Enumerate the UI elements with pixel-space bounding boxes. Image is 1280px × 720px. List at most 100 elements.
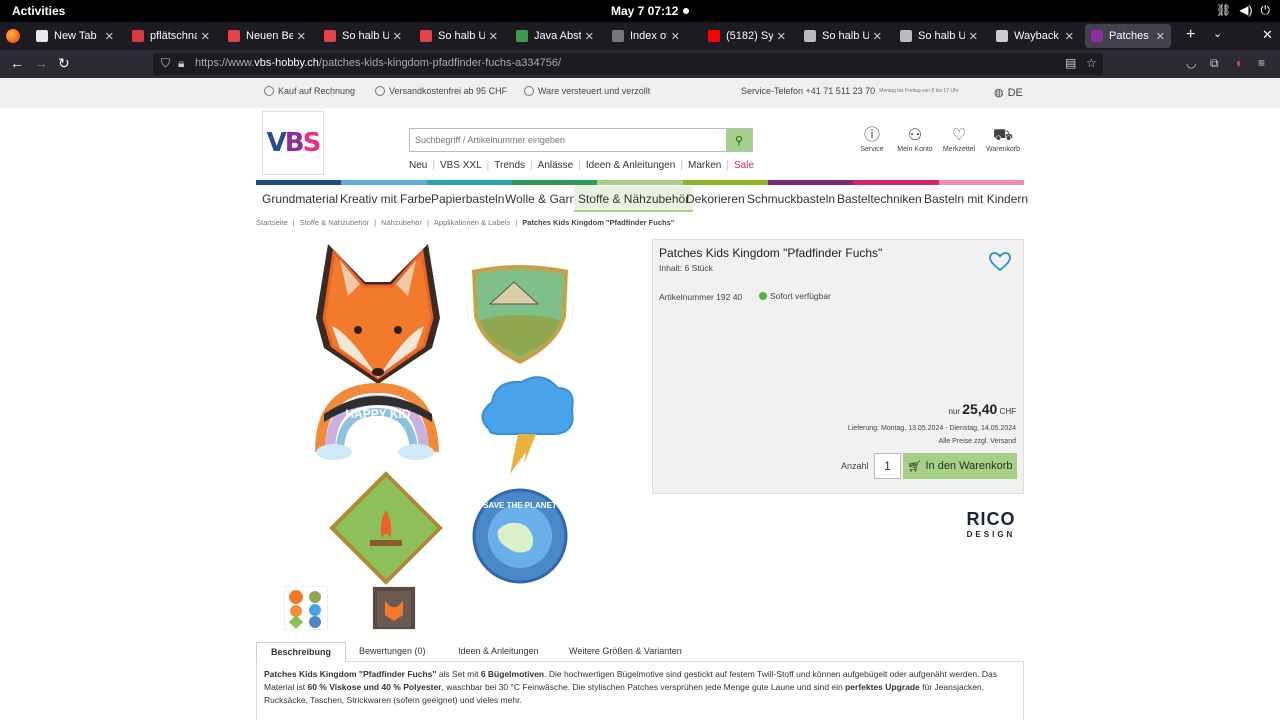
wishlist-heart-icon[interactable] bbox=[989, 252, 1011, 272]
browser-tab[interactable]: So halb Unre ✕ bbox=[414, 24, 504, 48]
category-link[interactable]: Papierbasteln bbox=[431, 192, 504, 206]
back-button[interactable]: ← bbox=[10, 55, 24, 71]
product-main-image[interactable]: HAPPY KID SAVE THE PLANET bbox=[290, 238, 620, 588]
tab-favicon-icon bbox=[996, 30, 1008, 42]
product-tab[interactable]: Ideen & Anleitungen bbox=[458, 646, 539, 656]
product-tab[interactable]: Weitere Größen & Varianten bbox=[569, 646, 682, 656]
category-link[interactable]: Wolle & Garn bbox=[505, 192, 576, 206]
activities-button[interactable]: Activities bbox=[12, 4, 65, 18]
subnav-link[interactable]: Anlässe bbox=[538, 160, 574, 171]
url-text[interactable]: https://www.vbs-hobby.ch/patches-kids-ki… bbox=[195, 57, 561, 69]
system-tray[interactable]: ⛓ ◀) ⏻ bbox=[1216, 3, 1270, 18]
tab-close-icon[interactable]: ✕ bbox=[201, 30, 210, 43]
service-phone[interactable]: Service-Telefon +41 71 511 23 70 Montag b… bbox=[741, 86, 958, 96]
reader-view-icon[interactable]: ▤ bbox=[1065, 56, 1076, 70]
tab-close-icon[interactable]: ✕ bbox=[671, 30, 680, 43]
product-tab[interactable]: Beschreibung bbox=[256, 642, 347, 662]
bookmark-star-icon[interactable]: ☆ bbox=[1086, 56, 1097, 70]
new-tab-button[interactable]: + bbox=[1186, 26, 1195, 44]
pocket-icon[interactable]: ◡ bbox=[1186, 56, 1196, 70]
category-link[interactable]: Basteln mit Kindern bbox=[924, 192, 1028, 206]
tab-close-icon[interactable]: ✕ bbox=[777, 30, 786, 43]
svg-text:SAVE THE PLANET: SAVE THE PLANET bbox=[483, 501, 557, 510]
color-segment bbox=[938, 180, 1024, 185]
subnav-link[interactable]: Sale bbox=[734, 160, 754, 171]
browser-tab[interactable]: So halb Unredac ✕ bbox=[798, 24, 888, 48]
search-button[interactable]: ⚲ bbox=[726, 129, 752, 151]
tab-title: So halb Unre bbox=[342, 30, 389, 42]
breadcrumb-item[interactable]: Applikationen & Labels bbox=[434, 218, 510, 227]
quantity-input[interactable]: 1 bbox=[874, 453, 901, 479]
availability: Sofort verfügbar bbox=[759, 291, 831, 301]
category-link[interactable]: Basteltechniken bbox=[837, 192, 922, 206]
tab-close-icon[interactable]: ✕ bbox=[585, 30, 594, 43]
header-service-button[interactable]: ⓘ Service bbox=[852, 126, 892, 153]
article-number: Artikelnummer 192 40 bbox=[659, 292, 743, 302]
tab-title: Neuen Beitra bbox=[246, 30, 293, 42]
breadcrumb-item[interactable]: Stoffe & Nähzubehör bbox=[300, 218, 370, 227]
tab-close-icon[interactable]: ✕ bbox=[297, 30, 306, 43]
category-color-bar bbox=[256, 180, 1024, 185]
forward-button[interactable]: → bbox=[34, 55, 48, 71]
header-mein-konto-button[interactable]: ⚇ Mein Konto bbox=[895, 126, 935, 153]
category-link[interactable]: Stoffe & Nähzubehör bbox=[574, 186, 694, 212]
browser-tab[interactable]: (5182) Synthe ✕ bbox=[702, 24, 792, 48]
shield-icon[interactable]: ⛉ bbox=[161, 56, 170, 71]
window-close-button[interactable]: ✕ bbox=[1262, 27, 1273, 43]
rico-design-logo[interactable]: RICO DESIGN bbox=[961, 509, 1021, 539]
breadcrumb-item[interactable]: Startseite bbox=[256, 218, 288, 227]
subnav-link[interactable]: VBS XXL bbox=[440, 160, 482, 171]
category-link[interactable]: Kreativ mit Farbe bbox=[340, 192, 431, 206]
delivery-info: Lieferung: Montag, 13.05.2024 - Dienstag… bbox=[847, 425, 1016, 445]
subnav-link[interactable]: Marken bbox=[688, 160, 721, 171]
subnav-link[interactable]: Neu bbox=[409, 160, 427, 171]
product-image-gallery[interactable]: HAPPY KID SAVE THE PLANET bbox=[290, 238, 620, 588]
breadcrumb-item[interactable]: Nähzubehör bbox=[381, 218, 422, 227]
tab-close-icon[interactable]: ✕ bbox=[393, 30, 402, 43]
search-box: ⚲ bbox=[409, 128, 753, 152]
subnav-link[interactable]: Ideen & Anleitungen bbox=[586, 160, 676, 171]
header-warenkorb-button[interactable]: ⛟ Warenkorb bbox=[983, 126, 1023, 153]
tab-favicon-icon bbox=[804, 30, 816, 42]
add-to-cart-button[interactable]: 🛒︎ In den Warenkorb bbox=[903, 453, 1017, 479]
browser-tab[interactable]: pflätschnass ✕ bbox=[126, 24, 216, 48]
subnav-link[interactable]: Trends bbox=[494, 160, 525, 171]
vbs-logo[interactable]: VBS bbox=[262, 111, 324, 175]
tab-list-chevron-icon[interactable]: ⌄ bbox=[1213, 27, 1222, 40]
extensions-icon[interactable]: ⧉ bbox=[1210, 56, 1219, 71]
tab-close-icon[interactable]: ✕ bbox=[105, 30, 114, 43]
tab-close-icon[interactable]: ✕ bbox=[1156, 30, 1165, 43]
browser-tab[interactable]: Neuen Beitra ✕ bbox=[222, 24, 312, 48]
firefox-menu-icon[interactable] bbox=[6, 29, 20, 43]
lock-icon[interactable]: 🔒︎ bbox=[178, 56, 184, 71]
browser-tab[interactable]: So halb Unre ✕ bbox=[318, 24, 408, 48]
heart-icon: ♡ bbox=[951, 127, 967, 144]
camping-patch bbox=[472, 265, 568, 364]
category-link[interactable]: Dekorieren bbox=[686, 192, 745, 206]
browser-tab[interactable]: Patches Kids ✕ bbox=[1085, 24, 1171, 48]
category-link[interactable]: Schmuckbasteln bbox=[747, 192, 835, 206]
search-input[interactable] bbox=[410, 129, 726, 151]
addon-icon[interactable]: ◐ bbox=[1236, 56, 1243, 70]
browser-tab[interactable]: Java Abstract ✕ bbox=[510, 24, 600, 48]
tab-close-icon[interactable]: ✕ bbox=[489, 30, 498, 43]
browser-tab[interactable]: Index of / ✕ bbox=[606, 24, 686, 48]
language-selector[interactable]: ◍ DE bbox=[994, 86, 1023, 100]
thumbnail-jacket[interactable] bbox=[372, 586, 416, 630]
header-merkzettel-button[interactable]: ♡ Merkzettel bbox=[939, 126, 979, 153]
thumbnail-all-patches[interactable] bbox=[284, 586, 328, 630]
product-tab[interactable]: Bewertungen (0) bbox=[359, 646, 426, 656]
save-the-planet-patch: SAVE THE PLANET bbox=[472, 488, 568, 584]
browser-tab[interactable]: New Tab ✕ bbox=[30, 24, 120, 48]
browser-tab[interactable]: So halb Unredac ✕ bbox=[894, 24, 984, 48]
tab-close-icon[interactable]: ✕ bbox=[1065, 30, 1074, 43]
url-bar[interactable]: ⛉ 🔒︎ https://www.vbs-hobby.ch/patches-ki… bbox=[153, 53, 1103, 75]
breadcrumb-separator: | bbox=[515, 218, 518, 227]
reload-button[interactable]: ↻ bbox=[58, 55, 70, 72]
menu-icon[interactable]: ≡ bbox=[1258, 56, 1265, 70]
tab-close-icon[interactable]: ✕ bbox=[969, 30, 978, 43]
tab-close-icon[interactable]: ✕ bbox=[873, 30, 882, 43]
category-link[interactable]: Grundmaterial bbox=[262, 192, 338, 206]
system-clock[interactable]: May 7 07:12 bbox=[611, 4, 678, 18]
browser-tab[interactable]: Wayback Ma ✕ bbox=[990, 24, 1080, 48]
